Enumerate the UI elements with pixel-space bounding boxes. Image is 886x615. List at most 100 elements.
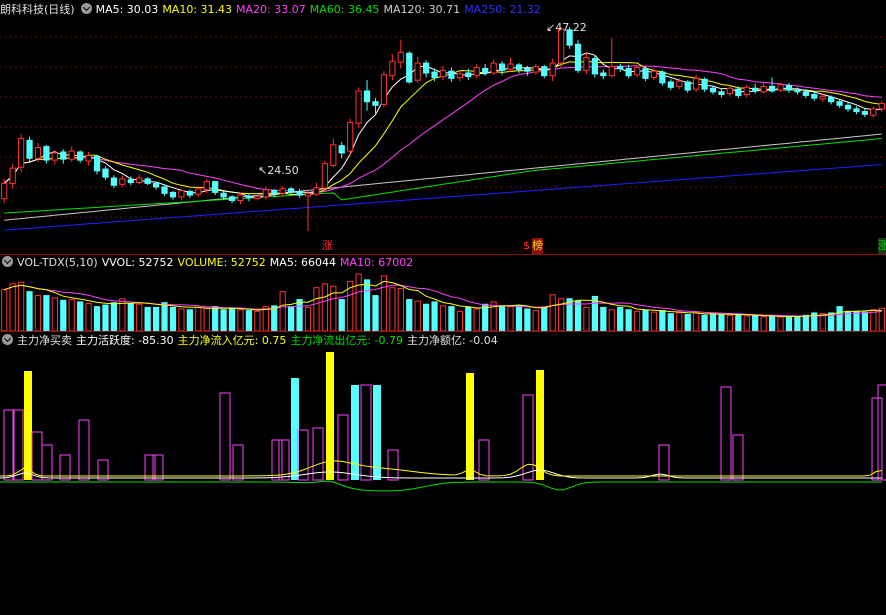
volume-bar [777, 316, 784, 332]
candle-body [406, 52, 413, 83]
candle-body [794, 89, 801, 93]
candle-body [844, 104, 852, 110]
volume-bar [701, 314, 708, 332]
volume-bar [608, 309, 615, 332]
volume-bar [515, 305, 523, 332]
volume-bar [1, 289, 8, 332]
volume-bar [271, 305, 278, 332]
volume-bar [169, 306, 177, 332]
limit-up-marker[interactable]: 涨 [322, 238, 333, 254]
candle-body [726, 87, 734, 95]
volume-bar [178, 308, 185, 332]
volume-bar [338, 299, 345, 332]
net-label: 主力净额亿: -0.04 [407, 334, 498, 347]
ma60-label: MA60: 36.45 [309, 3, 380, 16]
candle-body [819, 95, 826, 100]
chevron-down-icon[interactable] [80, 3, 92, 14]
candle-body [372, 101, 379, 106]
candle-body [254, 196, 261, 200]
candle-body [304, 192, 312, 197]
candle-body [127, 179, 134, 184]
vol-indicator-name[interactable]: VOL-TDX(5,10) [17, 256, 98, 269]
volume-bar [406, 299, 413, 332]
candle-body [110, 177, 118, 186]
candle-body [212, 181, 219, 193]
dollar-marker[interactable]: $ [523, 238, 530, 254]
ind-name[interactable]: 主力净买卖 [17, 334, 72, 347]
activity-label: 主力活跃度: -85.30 [76, 334, 174, 347]
volume-bar [423, 303, 430, 332]
ranking-marker[interactable]: 榜 [532, 238, 543, 254]
volume-bar [195, 306, 202, 332]
volume-bar [34, 295, 42, 332]
volume-bar [212, 306, 219, 332]
candle-body [271, 190, 278, 194]
candle-body [701, 78, 708, 90]
ma20-line [3, 65, 882, 194]
volume-bar [583, 306, 590, 332]
high-price-label: ↙47.22 [546, 21, 587, 34]
limit-up-marker[interactable]: 涨 [878, 238, 886, 254]
candle-body [448, 70, 455, 79]
outflow-label: 主力净流出亿元: -0.79 [290, 334, 404, 347]
candle-body [161, 186, 168, 194]
candle-body [465, 72, 472, 78]
volume-bar [321, 283, 328, 332]
volume-bar [262, 306, 269, 332]
volume-bar [625, 309, 632, 332]
candle-body [853, 108, 860, 113]
candle-body [676, 80, 683, 87]
candle-body [102, 168, 109, 178]
volume-bar [760, 316, 767, 332]
candle-body [43, 146, 50, 161]
volume-bar [465, 306, 472, 332]
volume-bar [380, 275, 388, 332]
volume-bar [768, 315, 776, 332]
chart-canvas [0, 27, 886, 492]
stock-title[interactable]: 朗科科技(日线) [0, 3, 75, 16]
chevron-down-icon[interactable] [2, 256, 13, 267]
candle-body [777, 84, 784, 91]
volume-bar [650, 311, 658, 332]
volume-bar [85, 302, 92, 332]
chevron-down-icon[interactable] [2, 334, 13, 345]
activity-bar [271, 439, 283, 481]
candle-body [68, 150, 75, 160]
candle-body [26, 139, 33, 159]
volume-bar [296, 299, 303, 332]
candle-body [380, 74, 388, 105]
candle-body [262, 189, 269, 198]
candle-body [735, 88, 742, 96]
ma60-line [4, 138, 882, 214]
candle-body [144, 178, 151, 184]
volume-bar [228, 308, 236, 332]
volume-bar [633, 310, 641, 332]
candle-body [397, 51, 404, 63]
volume-bar [9, 283, 16, 332]
candle-body [34, 147, 42, 159]
ma120-label: MA120: 30.71 [383, 3, 461, 16]
volume-bar [186, 309, 193, 332]
candle-body [296, 191, 303, 196]
candle-body [195, 188, 202, 195]
candle-body [693, 77, 700, 90]
volume-bar [617, 306, 624, 332]
candle-body [760, 85, 767, 93]
volume-bar [26, 291, 33, 332]
candle-body [414, 62, 421, 81]
volume-bar [498, 306, 506, 332]
volume-bar [439, 305, 447, 332]
volume-bar [726, 314, 734, 332]
activity-bar [232, 444, 244, 481]
candle-body [608, 66, 615, 77]
volume-header: VOL-TDX(5,10) VVOL: 52752 VOLUME: 52752 MA5… [0, 255, 417, 271]
candle-body [768, 85, 776, 92]
volume-label: VOLUME: 52752 [177, 256, 266, 269]
volume-bar [431, 301, 438, 332]
candle-body [828, 96, 835, 103]
candle-body [330, 144, 337, 166]
volume-bar [161, 302, 168, 332]
volume-bar [574, 300, 582, 332]
volume-bar [524, 308, 531, 332]
volume-bar [456, 310, 463, 332]
